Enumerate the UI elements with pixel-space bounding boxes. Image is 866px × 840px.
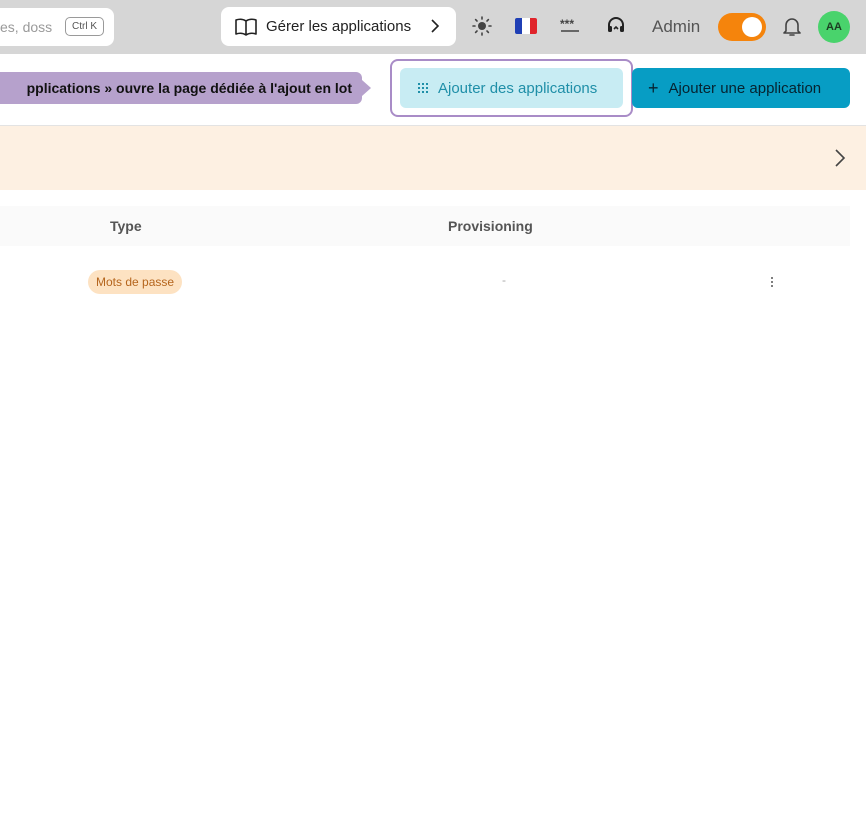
column-header-type[interactable]: Type: [110, 218, 142, 234]
search-input-text: es, doss: [0, 19, 53, 35]
info-banner[interactable]: [0, 126, 866, 190]
support-icon[interactable]: [604, 14, 628, 38]
manage-applications-button[interactable]: Gérer les applications: [221, 7, 456, 46]
bell-icon[interactable]: [780, 14, 804, 38]
manage-applications-label: Gérer les applications: [266, 18, 412, 35]
admin-label: Admin: [652, 17, 701, 36]
table-header: Type Provisioning: [0, 206, 850, 246]
onboarding-tooltip-text: pplications » ouvre la page dédiée à l'a…: [26, 80, 352, 96]
sun-icon[interactable]: [470, 14, 494, 38]
password-dots-icon[interactable]: ***: [558, 14, 582, 38]
provisioning-value: -: [502, 273, 506, 287]
column-header-provisioning[interactable]: Provisioning: [448, 218, 533, 234]
chevron-right-icon[interactable]: [834, 148, 846, 168]
add-applications-bulk-label: Ajouter des applications: [438, 79, 598, 97]
tooltip-arrow: [362, 80, 371, 96]
more-options-icon[interactable]: [764, 272, 780, 292]
svg-text:***: ***: [560, 19, 574, 31]
add-application-button[interactable]: + Ajouter une application: [632, 68, 850, 108]
add-application-label: Ajouter une application: [668, 79, 822, 97]
toggle-knob: [742, 17, 762, 37]
admin-mode-toggle[interactable]: [718, 13, 766, 41]
avatar[interactable]: AA: [818, 11, 850, 43]
book-icon: [235, 18, 257, 36]
search-input[interactable]: es, doss Ctrl K: [0, 8, 114, 46]
plus-icon: +: [648, 78, 659, 98]
onboarding-tooltip: pplications » ouvre la page dédiée à l'a…: [0, 72, 362, 104]
chevron-right-icon: [431, 19, 440, 33]
grid-dots-icon: [418, 83, 428, 93]
french-flag-icon[interactable]: [515, 18, 537, 34]
top-bar: es, doss Ctrl K Gérer les applications *…: [0, 0, 866, 54]
add-applications-bulk-button[interactable]: Ajouter des applications: [400, 68, 623, 108]
type-badge: Mots de passe: [88, 270, 183, 294]
search-shortcut-badge: Ctrl K: [65, 17, 104, 36]
table-row[interactable]: Mots de passe -: [0, 246, 850, 318]
